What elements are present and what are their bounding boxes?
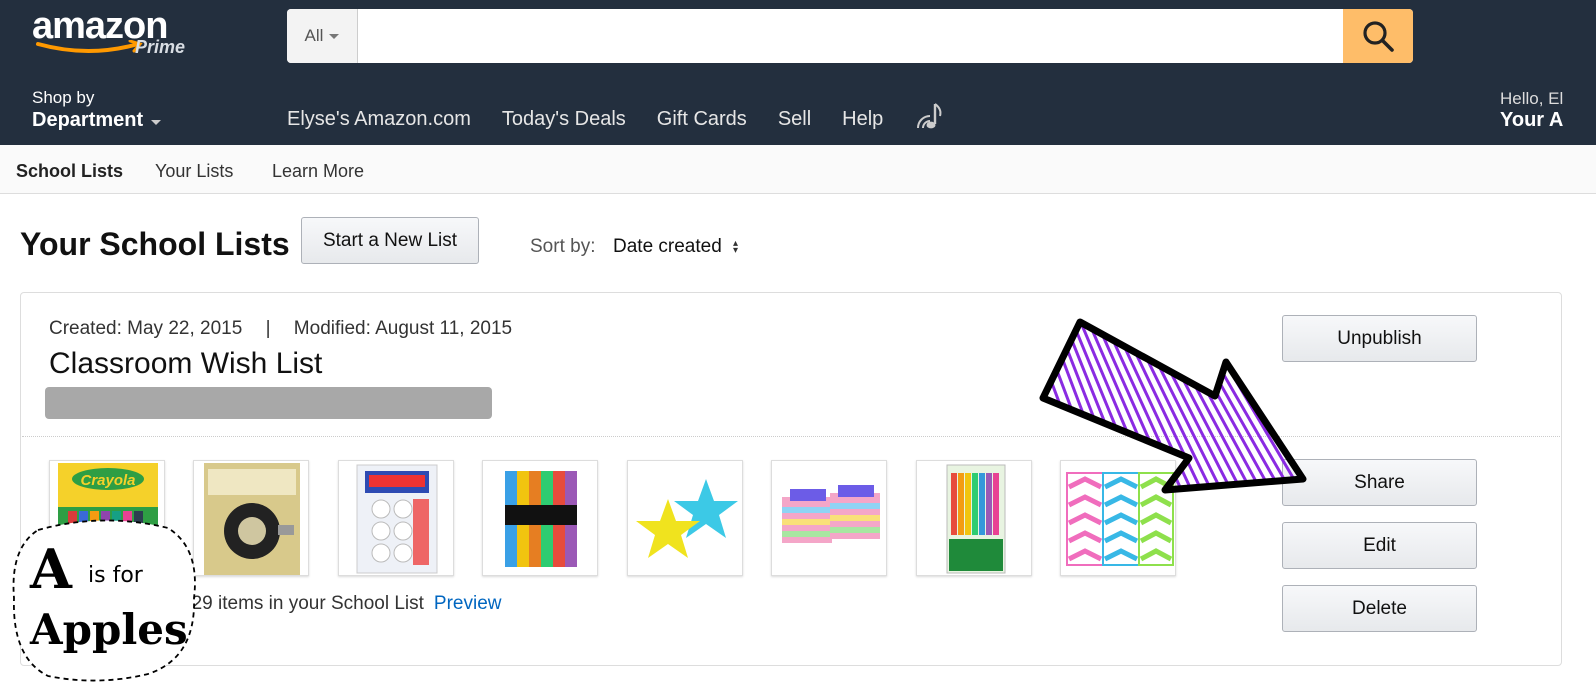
product-thumb-sticky-notes[interactable] — [771, 460, 887, 576]
nav-link-todays-deals[interactable]: Today's Deals — [502, 108, 626, 131]
logo-prime-text: Prime — [135, 37, 186, 57]
nav-link-help[interactable]: Help — [842, 108, 883, 131]
sticky-note-cubes-icon — [782, 485, 880, 543]
search-bar: All — [287, 9, 1413, 63]
subnav-school-lists[interactable]: School Lists — [16, 161, 123, 182]
search-scope-label: All — [304, 26, 324, 45]
logo-smile-icon — [36, 40, 143, 53]
construction-paper-icon — [505, 471, 577, 567]
list-name[interactable]: Classroom Wish List — [49, 347, 322, 381]
product-thumb-construction-paper[interactable] — [482, 460, 598, 576]
modified-date: Modified: August 11, 2015 — [293, 318, 513, 339]
search-button[interactable] — [1343, 9, 1413, 63]
badge-apples: Apples — [29, 605, 188, 654]
search-icon — [1363, 21, 1394, 52]
sort-caret-icon[interactable]: ▴ ▾ — [733, 239, 738, 256]
account-menu[interactable]: Hello, El Your A — [1500, 89, 1563, 132]
product-thumb-star-notes[interactable] — [627, 460, 743, 576]
badge-letter: A — [29, 537, 73, 601]
gel-crayons-icon — [946, 464, 1006, 574]
search-scope-dropdown[interactable]: All — [287, 9, 358, 63]
greeting-label: Hello, El — [1500, 89, 1564, 108]
product-thumb-magnet-dots[interactable] — [338, 460, 454, 576]
prime-music-icon[interactable] — [915, 100, 947, 132]
card-divider — [22, 436, 1560, 437]
a-is-for-apples-watermark: A is for Apples — [12, 519, 196, 682]
date-separator: | — [265, 318, 271, 339]
shop-by-department-menu[interactable]: Shop by Department — [32, 88, 162, 132]
product-thumb-magnetic-tape[interactable] — [193, 460, 309, 576]
created-date: Created: May 22, 2015 — [49, 318, 243, 339]
badge-is-for: is for — [88, 563, 144, 588]
header-nav-links: Elyse's Amazon.com Today's Deals Gift Ca… — [287, 108, 914, 131]
star-notes-icon — [636, 479, 738, 558]
purple-arrow-annotation — [1039, 318, 1307, 494]
start-new-list-button[interactable]: Start a New List — [301, 217, 479, 264]
product-thumb-gel-crayons[interactable] — [916, 460, 1032, 576]
preview-link[interactable]: Preview — [434, 593, 502, 614]
delete-button[interactable]: Delete — [1282, 585, 1477, 632]
nav-link-your-amazon[interactable]: Elyse's Amazon.com — [287, 108, 471, 131]
magnetic-tape-icon — [204, 463, 300, 575]
list-dates: Created: May 22, 2015 | Modified: August… — [49, 318, 512, 340]
top-navigation-bar: amazon Prime All Shop by Department Elys… — [0, 0, 1596, 145]
shop-by-label: Shop by — [32, 88, 95, 107]
magnet-dots-icon — [356, 464, 438, 574]
edit-button[interactable]: Edit — [1282, 522, 1477, 569]
search-input[interactable] — [359, 9, 1343, 63]
amazon-prime-logo[interactable]: amazon Prime — [32, 6, 185, 57]
sort-select[interactable]: Date created — [613, 236, 722, 258]
sort-label: Sort by: — [530, 236, 596, 257]
subnav-your-lists[interactable]: Your Lists — [155, 161, 233, 182]
redacted-url-bar — [45, 387, 492, 419]
chevron-down-icon — [329, 33, 340, 39]
nav-link-gift-cards[interactable]: Gift Cards — [657, 108, 747, 131]
chevron-down-icon — [151, 119, 162, 125]
crayola-label: Crayola — [80, 472, 135, 489]
page-title: Your School Lists — [20, 226, 290, 262]
account-label: Your A — [1500, 109, 1564, 131]
nav-link-sell[interactable]: Sell — [778, 108, 811, 131]
subnav-learn-more[interactable]: Learn More — [272, 161, 364, 182]
school-lists-subnav: School Lists Your Lists Learn More — [0, 145, 1596, 194]
department-label: Department — [32, 109, 144, 131]
